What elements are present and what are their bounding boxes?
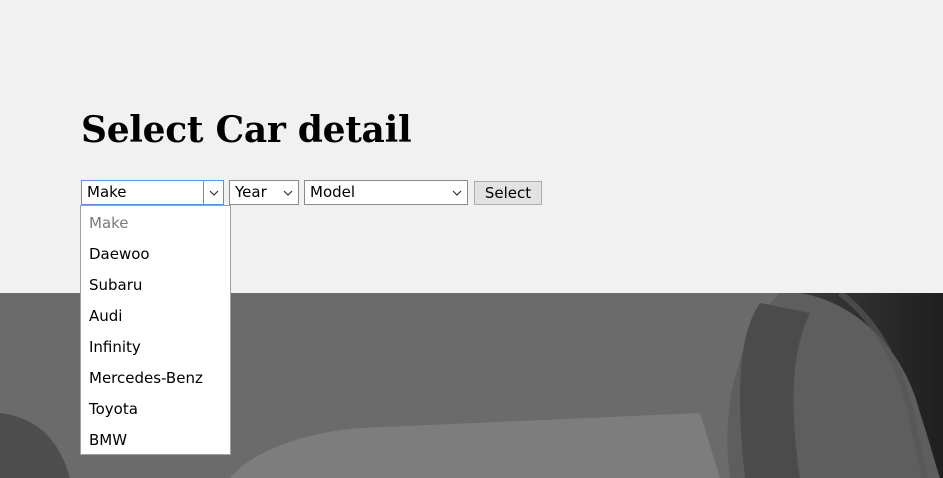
page: Select Car detail Make Year Model Select… — [0, 0, 943, 478]
dropdown-option-mercedes-benz[interactable]: Mercedes-Benz — [81, 363, 230, 394]
model-select-value: Model — [310, 183, 356, 201]
dropdown-option-infinity[interactable]: Infinity — [81, 332, 230, 363]
chevron-down-icon — [209, 190, 218, 196]
make-select-toggle[interactable] — [203, 181, 223, 204]
year-select-toggle[interactable] — [282, 181, 294, 204]
model-select[interactable]: Model — [304, 180, 468, 205]
dropdown-option-make[interactable]: Make — [81, 208, 230, 239]
model-select-toggle[interactable] — [451, 181, 463, 204]
make-select-value: Make — [87, 183, 127, 201]
dropdown-option-toyota[interactable]: Toyota — [81, 394, 230, 425]
year-select[interactable]: Year — [229, 180, 299, 205]
page-title: Select Car detail — [81, 109, 412, 151]
dropdown-option-bmw[interactable]: BMW — [81, 425, 230, 456]
dropdown-option-daewoo[interactable]: Daewoo — [81, 239, 230, 270]
chevron-down-icon — [283, 190, 293, 196]
select-button[interactable]: Select — [474, 181, 542, 205]
year-select-value: Year — [235, 183, 267, 201]
dropdown-option-subaru[interactable]: Subaru — [81, 270, 230, 301]
chevron-down-icon — [452, 190, 462, 196]
make-select[interactable]: Make — [81, 180, 224, 205]
dropdown-option-audi[interactable]: Audi — [81, 301, 230, 332]
make-dropdown-list: Make Daewoo Subaru Audi Infinity Mercede… — [80, 205, 231, 455]
